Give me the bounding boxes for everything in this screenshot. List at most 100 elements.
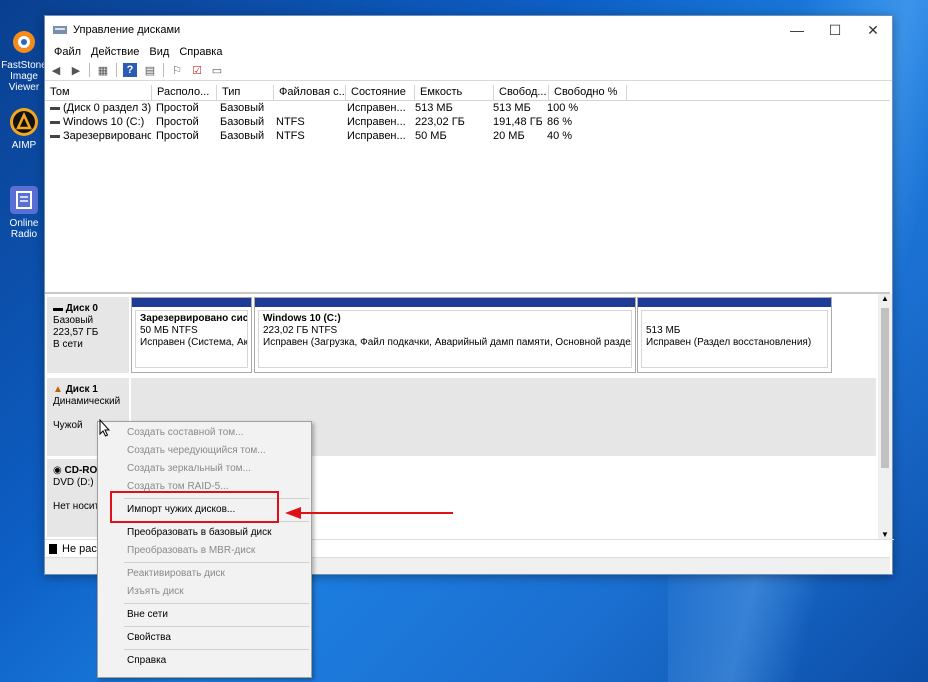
menu-item-create-mirrored[interactable]: Создать зеркальный том...: [98, 460, 311, 478]
vertical-scrollbar[interactable]: ▲ ▼: [878, 294, 892, 539]
desktop-icon-label: FastStone Image Viewer: [1, 60, 47, 93]
menu-item-create-striped[interactable]: Создать чередующийся том...: [98, 442, 311, 460]
table-cell: 100 %: [547, 102, 579, 114]
menu-separator: [124, 603, 309, 604]
partition-windows[interactable]: Windows 10 (C:) 223,02 ГБ NTFS Исправен …: [254, 297, 636, 373]
console-tree-icon[interactable]: ▦: [96, 63, 110, 77]
disk-name: Диск 1: [65, 384, 98, 395]
desktop-icon-aimp[interactable]: AIMP: [0, 106, 48, 151]
column-header[interactable]: Свобод...: [494, 85, 549, 100]
menu-item-offline[interactable]: Вне сети: [98, 606, 311, 624]
properties-icon[interactable]: ▤: [143, 63, 157, 77]
menu-help[interactable]: Справка: [174, 46, 227, 58]
maximize-button[interactable]: ☐: [816, 16, 854, 44]
menu-item-remove-disk[interactable]: Изъять диск: [98, 583, 311, 601]
partition-bar: [638, 298, 831, 307]
table-cell: 50 МБ: [415, 130, 447, 142]
table-cell: Исправен...: [347, 130, 406, 142]
toolbar: ◀ ▶ ▦ ? ▤ ⚐ ☑ ▭: [45, 60, 892, 81]
volume-name: (Диск 0 раздел 3): [63, 102, 151, 114]
scroll-up-icon[interactable]: ▲: [881, 294, 889, 303]
disk-context-menu: Создать составной том... Создать чередую…: [97, 421, 312, 678]
check-icon[interactable]: ☑: [190, 63, 204, 77]
minimize-button[interactable]: —: [778, 16, 816, 44]
volume-list: Том Располо... Тип Файловая с... Состоян…: [45, 85, 890, 294]
disk-status: В сети: [53, 339, 83, 350]
partition-status: Исправен (Загрузка, Файл подкачки, Авари…: [263, 337, 632, 348]
partition-recovery[interactable]: 513 МБ Исправен (Раздел восстановления): [637, 297, 832, 373]
column-header[interactable]: Тип: [217, 85, 274, 100]
menu-separator: [124, 626, 309, 627]
column-header[interactable]: Свободно %: [549, 85, 627, 100]
menu-item-reactivate[interactable]: Реактивировать диск: [98, 565, 311, 583]
column-header[interactable]: Располо...: [152, 85, 217, 100]
window-title: Управление дисками: [73, 24, 181, 36]
volume-name: Windows 10 (C:): [63, 116, 145, 128]
column-header[interactable]: Состояние: [346, 85, 415, 100]
toolbar-separator: [89, 63, 90, 77]
partition-size: 513 МБ: [646, 325, 681, 336]
column-header[interactable]: Емкость: [415, 85, 494, 100]
table-cell: 223,02 ГБ: [415, 116, 465, 128]
foreign-disk-icon: ▲: [53, 384, 63, 395]
table-cell: Простой: [156, 102, 199, 114]
table-cell: Базовый: [220, 130, 265, 142]
disk-type: Динамический: [53, 396, 121, 407]
partition-size: 50 МБ NTFS: [140, 325, 198, 336]
volume-icon: [50, 106, 60, 110]
partition-title: [646, 313, 823, 325]
desktop-icon-faststone[interactable]: FastStone Image Viewer: [0, 26, 48, 93]
menu-item-convert-mbr[interactable]: Преобразовать в MBR-диск: [98, 542, 311, 560]
table-row[interactable]: Зарезервировано... Простой Базовый NTFS …: [45, 129, 890, 143]
desktop-icon-radio[interactable]: Online Radio: [0, 184, 48, 240]
disk-name: Диск 0: [65, 303, 98, 314]
disk-size: 223,57 ГБ: [53, 327, 99, 338]
table-row[interactable]: Windows 10 (C:) Простой Базовый NTFS Исп…: [45, 115, 890, 129]
menu-separator: [124, 649, 309, 650]
table-cell: 86 %: [547, 116, 573, 128]
toolbar-separator: [116, 63, 117, 77]
back-arrow-icon[interactable]: ◀: [49, 63, 63, 77]
menu-action[interactable]: Действие: [86, 46, 144, 58]
help-icon[interactable]: ?: [123, 63, 137, 77]
radio-icon: [8, 184, 40, 216]
aimp-icon: [8, 106, 40, 138]
disk-type: Базовый: [53, 315, 94, 326]
partition-reserved[interactable]: Зарезервировано систе 50 МБ NTFS Исправе…: [131, 297, 252, 373]
table-row[interactable]: (Диск 0 раздел 3) Простой Базовый Исправ…: [45, 101, 890, 115]
table-cell: NTFS: [276, 116, 305, 128]
annotation-highlight-box: [110, 491, 279, 523]
menu-item-convert-basic[interactable]: Преобразовать в базовый диск: [98, 524, 311, 542]
partition-title: Зарезервировано систе: [140, 313, 248, 324]
volume-list-header: Том Располо... Тип Файловая с... Состоян…: [45, 85, 890, 101]
connect-icon[interactable]: ⚐: [170, 63, 184, 77]
menu-item-help[interactable]: Справка: [98, 652, 311, 670]
table-cell: Исправен...: [347, 116, 406, 128]
menu-bar: Файл Действие Вид Справка: [45, 44, 892, 60]
table-cell: Простой: [156, 116, 199, 128]
menu-view[interactable]: Вид: [144, 46, 174, 58]
list-view-icon[interactable]: ▭: [210, 63, 224, 77]
table-cell: 513 МБ: [415, 102, 453, 114]
annotation-arrow-icon: [285, 507, 453, 519]
partition-bar: [132, 298, 251, 307]
cdrom-icon: ◉: [53, 465, 62, 476]
scrollbar-thumb[interactable]: [881, 308, 889, 468]
title-bar[interactable]: Управление дисками — ☐ ✕: [45, 16, 892, 44]
scroll-down-icon[interactable]: ▼: [881, 530, 889, 539]
column-header[interactable]: Том: [45, 85, 152, 100]
volume-icon: [50, 120, 60, 124]
close-button[interactable]: ✕: [854, 16, 892, 44]
menu-item-properties[interactable]: Свойства: [98, 629, 311, 647]
mouse-cursor-icon: [99, 419, 111, 437]
partition-title: Windows 10 (C:): [263, 313, 341, 324]
menu-file[interactable]: Файл: [49, 46, 86, 58]
menu-separator: [124, 562, 309, 563]
partition-status: Исправен (Система, Акт: [140, 337, 248, 348]
menu-item-create-spanned[interactable]: Создать составной том...: [98, 424, 311, 442]
forward-arrow-icon[interactable]: ▶: [69, 63, 83, 77]
disk-name: CD-RO: [64, 465, 98, 476]
disk0-label[interactable]: ▬ Диск 0 Базовый 223,57 ГБ В сети: [47, 297, 129, 373]
column-header[interactable]: Файловая с...: [274, 85, 346, 100]
partition-bar: [255, 298, 635, 307]
